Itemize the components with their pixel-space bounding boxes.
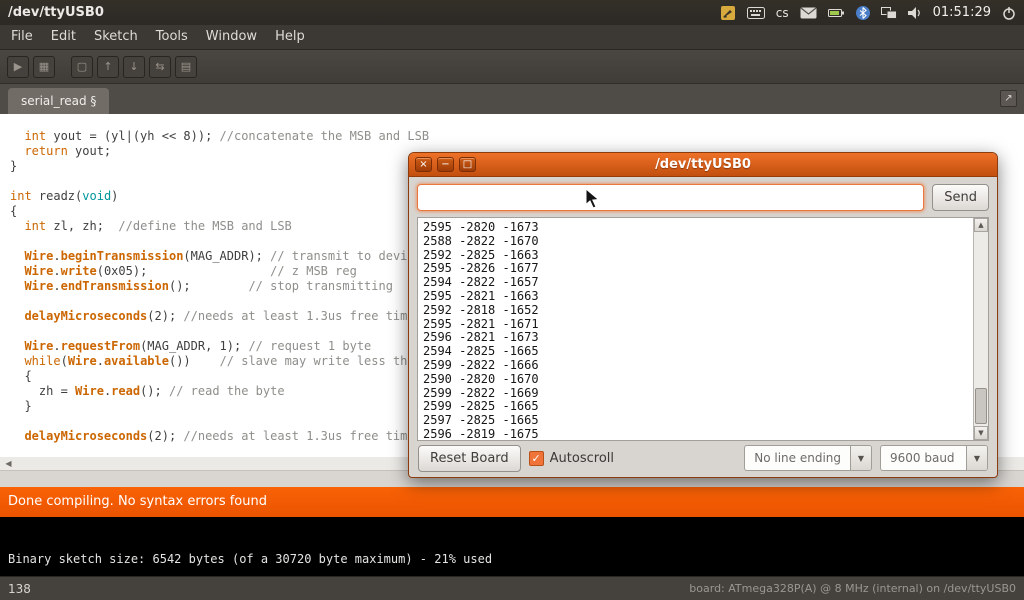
serial-monitor-titlebar[interactable]: × − □ /dev/ttyUSB0 xyxy=(409,153,997,177)
menu-edit[interactable]: Edit xyxy=(42,25,85,49)
status-message: Done compiling. No syntax errors found xyxy=(8,494,267,509)
scroll-up-icon[interactable]: ▲ xyxy=(974,218,988,232)
serial-output-line: 2594 -2825 -1665 xyxy=(423,345,970,359)
messages-envelope-icon[interactable] xyxy=(800,7,817,19)
close-icon[interactable]: × xyxy=(415,157,432,172)
serial-output-line: 2595 -2826 -1677 xyxy=(423,262,970,276)
serial-output: 2595 -2820 -16732588 -2822 -16702592 -28… xyxy=(423,221,970,440)
session-power-icon[interactable] xyxy=(1002,6,1016,20)
clock[interactable]: 01:51:29 xyxy=(933,5,991,20)
line-ending-select[interactable]: No line ending ▼ xyxy=(744,445,872,471)
tab-menu-button[interactable]: ↗ xyxy=(1000,90,1017,107)
chevron-down-icon[interactable]: ▼ xyxy=(966,446,987,470)
autoscroll-label: Autoscroll xyxy=(550,451,614,466)
serial-output-line: 2595 -2821 -1663 xyxy=(423,290,970,304)
upload-button[interactable]: ⇆ xyxy=(149,56,171,78)
open-button[interactable]: ↑ xyxy=(97,56,119,78)
screen: /dev/ttyUSB0 cs 01:51:29 FileEditSketchT… xyxy=(0,0,1024,600)
line-ending-value: No line ending xyxy=(745,446,850,470)
serial-output-area[interactable]: 2595 -2820 -16732588 -2822 -16702592 -28… xyxy=(417,217,989,441)
menu-help[interactable]: Help xyxy=(266,25,314,49)
serial-output-line: 2595 -2820 -1673 xyxy=(423,221,970,235)
serial-output-line: 2599 -2822 -1669 xyxy=(423,387,970,401)
serial-output-line: 2595 -2821 -1671 xyxy=(423,318,970,332)
keyboard-layout-indicator[interactable]: cs xyxy=(776,6,789,20)
top-panel: /dev/ttyUSB0 cs 01:51:29 xyxy=(0,0,1024,25)
serial-output-line: 2594 -2822 -1657 xyxy=(423,276,970,290)
code-line: int yout = (yl|(yh << 8)); //concatenate… xyxy=(10,129,1024,144)
active-window-title: /dev/ttyUSB0 xyxy=(0,5,104,20)
console-output: Binary sketch size: 6542 bytes (of a 307… xyxy=(0,517,1024,576)
menu-file[interactable]: File xyxy=(2,25,42,49)
mouse-cursor xyxy=(585,188,600,209)
network-icon[interactable] xyxy=(881,7,897,19)
keyboard-icon[interactable] xyxy=(747,7,765,19)
serial-output-line: 2597 -2825 -1665 xyxy=(423,414,970,428)
save-button[interactable]: ↓ xyxy=(123,56,145,78)
serial-output-line: 2596 -2821 -1673 xyxy=(423,331,970,345)
status-bar: Done compiling. No syntax errors found xyxy=(0,487,1024,517)
serial-input-row: Send xyxy=(409,177,997,211)
console-text: Binary sketch size: 6542 bytes (of a 307… xyxy=(8,552,1016,566)
battery-icon[interactable] xyxy=(828,8,845,18)
new-sketch-button[interactable]: ▢ xyxy=(71,56,93,78)
serial-output-line: 2599 -2822 -1666 xyxy=(423,359,970,373)
serial-output-line: 2590 -2820 -1670 xyxy=(423,373,970,387)
board-info: board: ATmega328P(A) @ 8 MHz (internal) … xyxy=(689,582,1016,595)
menu-sketch[interactable]: Sketch xyxy=(85,25,147,49)
tab-menu-icon: ↗ xyxy=(1004,93,1012,104)
bluetooth-icon[interactable] xyxy=(856,6,870,20)
toolbar-buttons: ▶▦ ▢↑↓⇆▤ xyxy=(0,56,197,78)
menu-bar: FileEditSketchToolsWindowHelp xyxy=(0,25,1024,50)
tab-bar: serial_read § ↗ xyxy=(0,84,1024,114)
baud-rate-value: 9600 baud xyxy=(881,446,966,470)
reset-board-button[interactable]: Reset Board xyxy=(418,445,521,472)
serial-monitor-window: × − □ /dev/ttyUSB0 Send 2595 -2820 -1673… xyxy=(408,152,998,478)
line-number: 138 xyxy=(8,582,31,596)
menu-tools[interactable]: Tools xyxy=(147,25,197,49)
tab-serial-read[interactable]: serial_read § xyxy=(8,88,109,114)
notes-icon[interactable] xyxy=(720,5,736,21)
maximize-icon[interactable]: □ xyxy=(459,157,476,172)
chevron-down-icon[interactable]: ▼ xyxy=(850,446,871,470)
footer-status-bar: 138 board: ATmega328P(A) @ 8 MHz (intern… xyxy=(0,576,1024,600)
serial-output-scrollbar[interactable]: ▲ ▼ xyxy=(973,218,988,440)
tab-label: serial_read § xyxy=(21,94,96,108)
minimize-icon[interactable]: − xyxy=(437,157,454,172)
hscroll-left-arrow-icon[interactable]: ◀ xyxy=(2,458,15,470)
verify-button[interactable]: ▶ xyxy=(7,56,29,78)
serial-output-line: 2588 -2822 -1670 xyxy=(423,235,970,249)
toolbar: ▶▦ ▢↑↓⇆▤ xyxy=(0,50,1024,84)
volume-icon[interactable] xyxy=(908,7,922,19)
serial-monitor-title: /dev/ttyUSB0 xyxy=(409,157,997,172)
baud-rate-select[interactable]: 9600 baud ▼ xyxy=(880,445,988,471)
serial-output-line: 2599 -2825 -1665 xyxy=(423,400,970,414)
scroll-down-icon[interactable]: ▼ xyxy=(974,426,988,440)
send-button[interactable]: Send xyxy=(932,184,989,211)
serial-output-line: 2592 -2818 -1652 xyxy=(423,304,970,318)
menu-window[interactable]: Window xyxy=(197,25,266,49)
autoscroll-checkbox[interactable]: ✓ xyxy=(529,451,544,466)
scrollbar-thumb[interactable] xyxy=(975,388,987,424)
serial-monitor-controls: Reset Board ✓ Autoscroll No line ending … xyxy=(409,439,997,477)
serial-input[interactable] xyxy=(417,184,924,211)
serial-monitor-button[interactable]: ▤ xyxy=(175,56,197,78)
stop-button[interactable]: ▦ xyxy=(33,56,55,78)
serial-output-line: 2592 -2825 -1663 xyxy=(423,249,970,263)
